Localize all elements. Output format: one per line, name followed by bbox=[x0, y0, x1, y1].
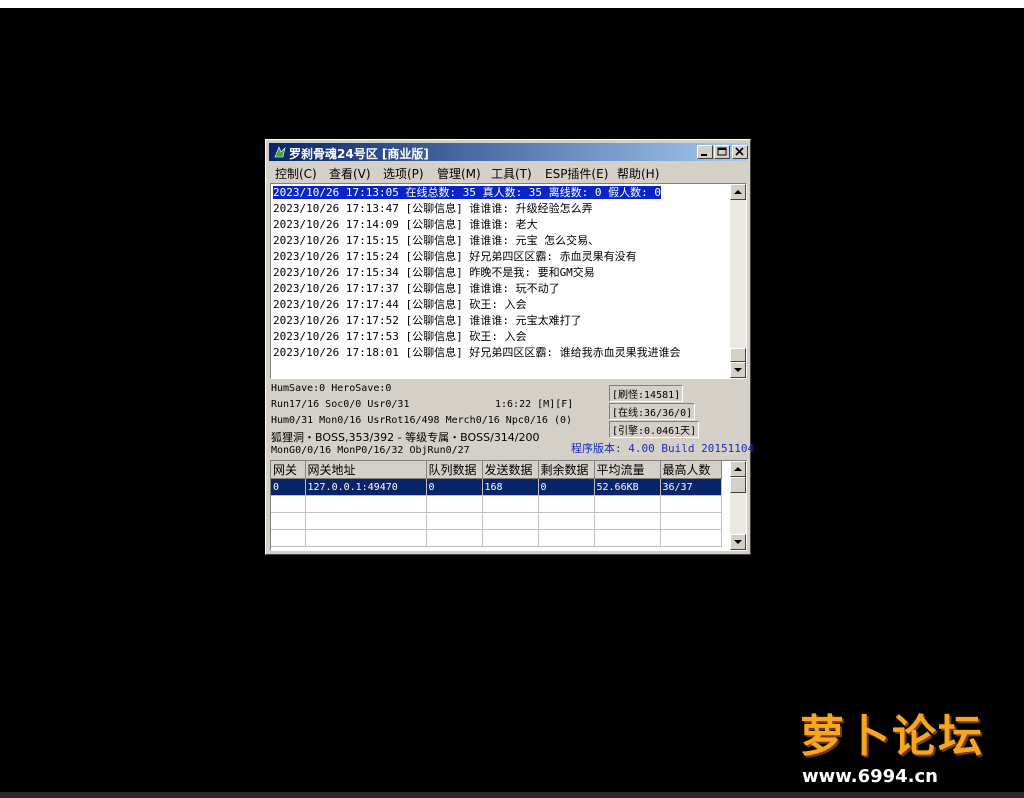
col-queue[interactable]: 队列数据 bbox=[426, 461, 483, 479]
menu-options[interactable]: 选项(P) bbox=[383, 165, 424, 182]
scroll-up-button[interactable] bbox=[730, 184, 746, 200]
menu-help[interactable]: 帮助(H) bbox=[617, 165, 659, 182]
log-line: 2023/10/26 17:17:44 [公聊信息] 砍王: 入会 bbox=[273, 298, 527, 311]
table-row-empty bbox=[271, 512, 722, 530]
table-row[interactable]: 0 127.0.0.1:49470 0 168 0 52.66KB 36/37 bbox=[271, 478, 722, 496]
cell: 36/37 bbox=[660, 478, 722, 496]
taskbar-strip bbox=[0, 792, 1024, 798]
cell: 0 bbox=[538, 478, 595, 496]
watermark-logo: 萝卜论坛 bbox=[800, 711, 984, 762]
col-gateway[interactable]: 网关 bbox=[271, 461, 306, 479]
close-button[interactable] bbox=[732, 145, 748, 159]
log-scrollbar[interactable] bbox=[730, 184, 746, 378]
col-avg-traffic[interactable]: 平均流量 bbox=[594, 461, 661, 479]
log-line: 2023/10/26 17:13:47 [公聊信息] 谁谁谁: 升级经验怎么弄 bbox=[273, 202, 593, 215]
app-icon bbox=[274, 146, 286, 158]
cell: 127.0.0.1:49470 bbox=[305, 478, 427, 496]
status-panel: HumSave:0 HeroSave:0 Run17/16 Soc0/0 Usr… bbox=[269, 382, 754, 458]
minimize-icon bbox=[701, 154, 707, 156]
table-scrollbar[interactable] bbox=[730, 461, 746, 550]
close-icon bbox=[735, 147, 744, 156]
engine-counter: [引擎:0.0461天] bbox=[609, 421, 700, 438]
cell: 0 bbox=[426, 478, 483, 496]
scroll-thumb[interactable] bbox=[730, 348, 746, 362]
table-row-empty bbox=[271, 529, 722, 547]
log-line: 2023/10/26 17:17:53 [公聊信息] 砍王: 入会 bbox=[273, 330, 527, 343]
menu-esp-plugins[interactable]: ESP插件(E) bbox=[545, 165, 608, 182]
menu-control[interactable]: 控制(C) bbox=[275, 165, 317, 182]
col-max-users[interactable]: 最高人数 bbox=[660, 461, 722, 479]
humsave-text: HumSave:0 HeroSave:0 bbox=[271, 383, 392, 394]
table-scroll-down-button[interactable] bbox=[730, 534, 746, 550]
table-row-empty bbox=[271, 495, 722, 513]
uptime-text: 1:6:22 [M][F] bbox=[495, 399, 574, 410]
arrow-down-icon bbox=[734, 368, 742, 372]
maximize-icon bbox=[717, 147, 727, 156]
log-line: 2023/10/26 17:15:15 [公聊信息] 谁谁谁: 元宝 怎么交易、 bbox=[273, 234, 600, 247]
cell: 52.66KB bbox=[594, 478, 661, 496]
table-scroll-thumb[interactable] bbox=[730, 477, 746, 493]
log-line: 2023/10/26 17:13:05 在线总数: 35 真人数: 35 离线数… bbox=[273, 186, 662, 199]
log-line: 2023/10/26 17:17:52 [公聊信息] 谁谁谁: 元宝太难打了 bbox=[273, 314, 582, 327]
log-line: 2023/10/26 17:18:01 [公聊信息] 好兄弟四区区霸: 谁给我赤… bbox=[273, 346, 681, 359]
cell: 0 bbox=[271, 478, 306, 496]
online-counter: [在线:36/36/0] bbox=[609, 403, 696, 420]
forum-watermark: 萝卜论坛 www.6994.cn bbox=[780, 700, 1010, 790]
col-address[interactable]: 网关地址 bbox=[305, 461, 427, 479]
arrow-down-icon bbox=[734, 540, 742, 544]
title-bar[interactable]: 罗刹骨魂24号区 [商业版] bbox=[269, 143, 748, 161]
menu-bar: 控制(C) 查看(V) 选项(P) 管理(M) 工具(T) ESP插件(E) 帮… bbox=[269, 163, 747, 181]
watermark-url: www.6994.cn bbox=[802, 766, 938, 787]
hum-text: Hum0/31 Mon0/16 UsrRot16/498 Merch0/16 N… bbox=[271, 415, 573, 426]
log-panel[interactable]: 2023/10/26 17:13:05 在线总数: 35 真人数: 35 离线数… bbox=[270, 183, 747, 379]
log-line: 2023/10/26 17:15:34 [公聊信息] 昨晚不是我: 要和GM交易 bbox=[273, 266, 595, 279]
log-line: 2023/10/26 17:17:37 [公聊信息] 谁谁谁: 玩不动了 bbox=[273, 282, 560, 295]
maximize-button[interactable] bbox=[714, 145, 730, 159]
arrow-up-icon bbox=[734, 190, 742, 194]
refresh-counter: [刷怪:14581] bbox=[609, 385, 684, 402]
menu-manage[interactable]: 管理(M) bbox=[437, 165, 481, 182]
cell: 168 bbox=[482, 478, 539, 496]
log-line: 2023/10/26 17:15:24 [公聊信息] 好兄弟四区区霸: 赤血灵果… bbox=[273, 250, 637, 263]
table-scroll-up-button[interactable] bbox=[730, 461, 746, 477]
col-sent[interactable]: 发送数据 bbox=[482, 461, 539, 479]
gateway-table[interactable]: 网关 网关地址 队列数据 发送数据 剩余数据 平均流量 最高人数 0 127.0… bbox=[270, 460, 747, 551]
run-text: Run17/16 Soc0/0 Usr0/31 bbox=[271, 399, 410, 410]
window-title: 罗刹骨魂24号区 [商业版] bbox=[289, 147, 429, 161]
version-text: 程序版本: 4.00 Build 20151104 bbox=[571, 442, 755, 455]
menu-tools[interactable]: 工具(T) bbox=[491, 165, 532, 182]
boss-text: 狐狸洞・BOSS,353/392 - 等级专属・BOSS/314/200 bbox=[271, 431, 540, 444]
col-remaining[interactable]: 剩余数据 bbox=[538, 461, 595, 479]
arrow-up-icon bbox=[734, 467, 742, 471]
scroll-down-button[interactable] bbox=[730, 362, 746, 378]
log-line: 2023/10/26 17:14:09 [公聊信息] 谁谁谁: 老大 bbox=[273, 218, 538, 231]
minimize-button[interactable] bbox=[697, 145, 713, 159]
top-edge-bar bbox=[0, 0, 1024, 8]
menu-view[interactable]: 查看(V) bbox=[329, 165, 371, 182]
server-window: 罗刹骨魂24号区 [商业版] 控制(C) 查看(V) 选项(P) 管理(M) 工… bbox=[265, 139, 754, 555]
mon-text: MonG0/0/16 MonP0/16/32 ObjRun0/27 bbox=[271, 445, 470, 456]
